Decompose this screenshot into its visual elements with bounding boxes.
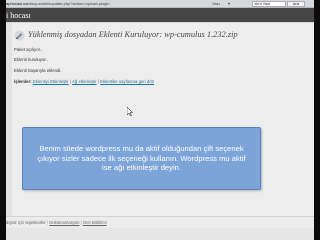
log-line: Eklenti başarıyla eklendi.: [14, 68, 62, 73]
site-title[interactable]: i hocası: [6, 10, 31, 21]
documentation-link[interactable]: Dokümantasyon: [49, 220, 79, 225]
actions-row: İşlemler: Eklentiyi Etkinleştir | Ağ etk…: [14, 79, 155, 84]
activate-plugin-link[interactable]: Eklentiyi Etkinleştir: [33, 79, 69, 84]
page-title: Yüklenmiş dosyadan Eklenti Kuruluyor: wp…: [28, 30, 238, 39]
plugin-icon: [14, 30, 25, 41]
return-to-plugins-link[interactable]: Eklentiler sayfasına geri dön: [100, 79, 154, 84]
feedback-link[interactable]: Geri Bildirimi: [83, 220, 107, 225]
network-activate-link[interactable]: Ağ etkinleştir: [72, 79, 97, 84]
menu-item-new-post[interactable]: Yazı: [212, 1, 220, 7]
chevron-down-icon[interactable]: ▾: [228, 1, 230, 7]
page-heading: Yüklenmiş dosyadan Eklenti Kuruluyor: wp…: [14, 28, 304, 44]
address-url[interactable]: aphocasi.com/wp-admin/update.php?action=…: [6, 1, 166, 7]
favorites-dropdown[interactable]: Yeni Yazı: [252, 1, 286, 7]
screen: aphocasi.com/wp-admin/update.php?action=…: [6, 0, 314, 240]
footer-prefix: dışsiz için teşekkürler: [6, 220, 46, 225]
log-line: Paket açılıyor..: [14, 47, 43, 52]
admin-menu-strip: [6, 23, 12, 223]
actions-label: İşlemler:: [14, 79, 32, 84]
url-path: /wp-admin/update.php?action=upload-plugi…: [30, 1, 110, 6]
mouse-cursor-icon: [127, 107, 133, 116]
annotation-text: Benim sitede wordpress mu da aktif olduğ…: [37, 144, 246, 173]
browser-address-bar: aphocasi.com/wp-admin/update.php?action=…: [6, 0, 314, 8]
annotation-note: Benim sitede wordpress mu da aktif olduğ…: [22, 127, 261, 190]
footer: dışsiz için teşekkürler | Dokümantasyon …: [6, 216, 314, 228]
url-host: aphocasi.com: [6, 1, 31, 6]
search-button[interactable]: Ara: [287, 1, 305, 7]
log-line: Eklenti kuruluyor..: [14, 57, 48, 62]
bottom-area: [6, 228, 314, 240]
wp-admin-header: i hocası: [6, 8, 314, 23]
